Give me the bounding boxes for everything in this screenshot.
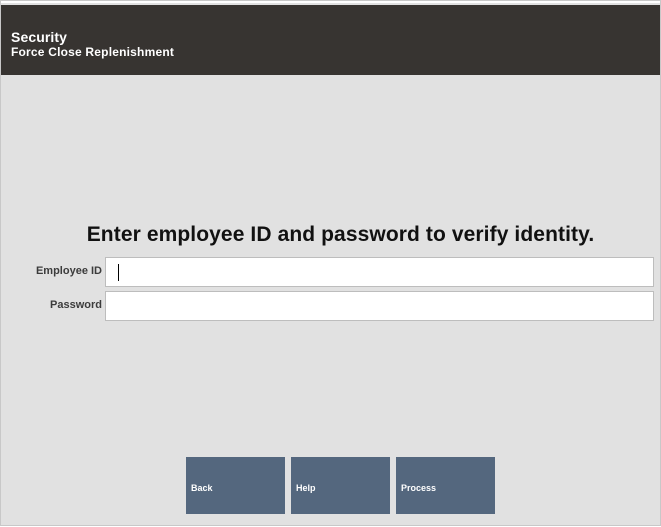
text-cursor xyxy=(118,264,119,281)
back-button-label: Back xyxy=(191,483,213,493)
help-button[interactable]: Help xyxy=(291,457,390,514)
security-screen: Security Force Close Replenishment Enter… xyxy=(0,0,661,526)
top-border xyxy=(1,1,660,3)
instruction-prompt: Enter employee ID and password to verify… xyxy=(86,223,595,246)
back-button[interactable]: Back xyxy=(186,457,285,514)
help-button-label: Help xyxy=(296,483,316,493)
password-label: Password xyxy=(50,299,102,311)
password-field[interactable] xyxy=(105,291,654,321)
process-button[interactable]: Process xyxy=(396,457,495,514)
employee-id-field[interactable] xyxy=(105,257,654,287)
employee-id-label: Employee ID xyxy=(35,265,102,277)
process-button-label: Process xyxy=(401,483,437,493)
header-title: Security xyxy=(11,29,68,45)
header-subtitle: Force Close Replenishment xyxy=(11,45,175,59)
header-bar: Security Force Close Replenishment xyxy=(1,5,660,75)
